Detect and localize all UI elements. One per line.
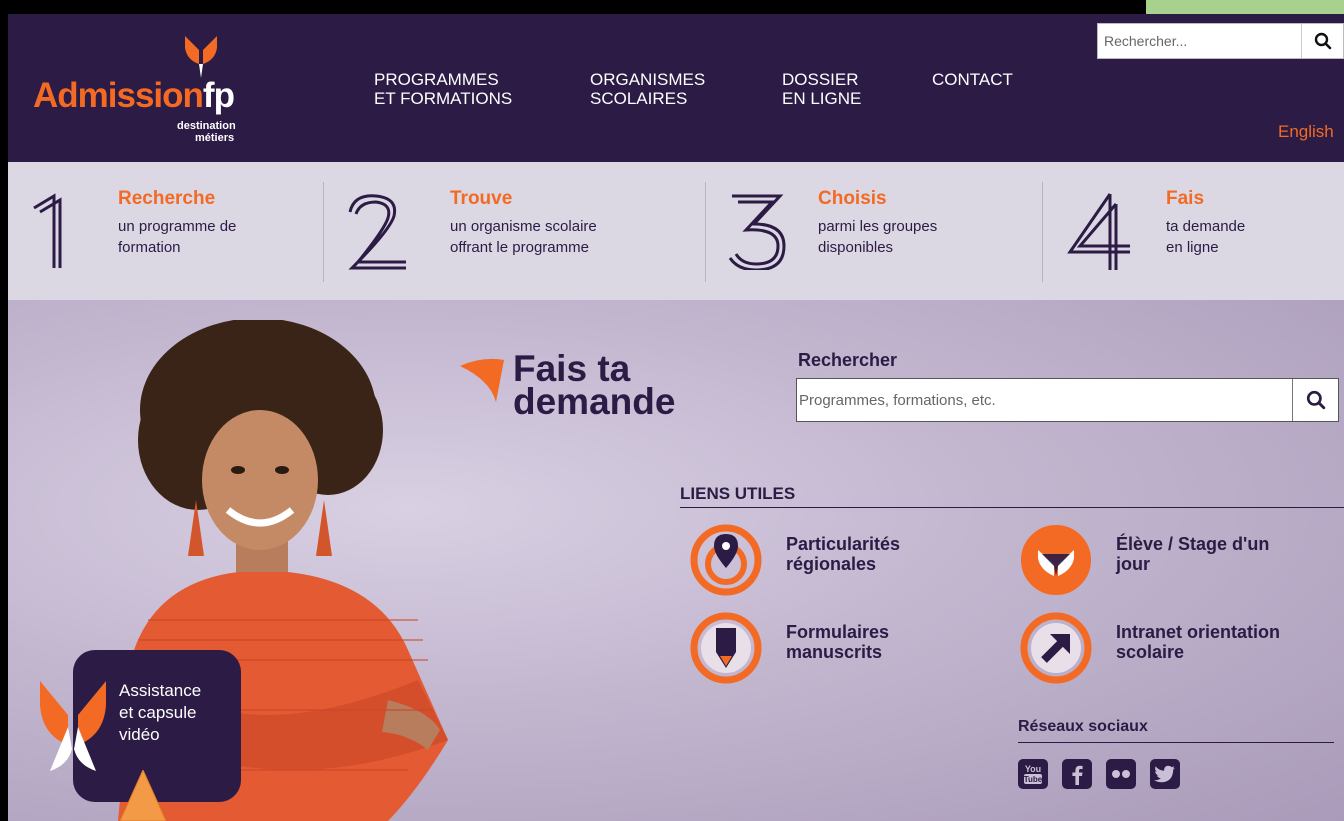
link-eleve-stage[interactable]: Élève / Stage d'un jour <box>1020 524 1340 600</box>
main-search-button[interactable] <box>1292 379 1338 421</box>
main-search-input[interactable] <box>797 379 1287 421</box>
main-search <box>796 378 1339 422</box>
link-label-line1: Intranet orientation <box>1116 622 1281 642</box>
search-icon <box>1314 32 1331 50</box>
svg-text:Tube: Tube <box>1024 775 1043 784</box>
header-search <box>1097 23 1344 59</box>
butterfly-icon <box>1021 525 1091 595</box>
step-desc: ta demande en ligne <box>1166 216 1245 258</box>
link-label-line2: scolaire <box>1116 642 1185 662</box>
step-desc-line2: offrant le programme <box>450 239 589 256</box>
step-desc-line2: en ligne <box>1166 239 1219 256</box>
step-divider <box>323 182 324 282</box>
step-title: Choisis <box>818 188 887 209</box>
facebook-icon[interactable] <box>1062 759 1092 789</box>
step-desc-line2: disponibles <box>818 239 894 256</box>
nav-label-line1: CONTACT <box>932 70 1013 89</box>
step-title: Recherche <box>118 188 216 209</box>
assistance-line1: Assistance <box>119 681 202 700</box>
useful-links-title: LIENS UTILES <box>680 484 796 503</box>
nav-label-line2: EN LIGNE <box>782 89 862 108</box>
nav-contact[interactable]: CONTACT <box>932 70 1013 89</box>
assistance-butterfly-icon <box>40 681 106 771</box>
number-4-icon <box>1067 193 1130 270</box>
link-label-line2: régionales <box>786 554 877 574</box>
nav-label-line2: SCOLAIRES <box>590 89 688 108</box>
step-desc-line1: un programme de <box>118 218 237 235</box>
nav-label-line1: PROGRAMMES <box>374 70 499 89</box>
search-label: Rechercher <box>798 350 898 370</box>
youtube-icon[interactable]: You Tube <box>1018 759 1048 789</box>
step-title: Fais <box>1166 188 1205 209</box>
link-label-line2: jour <box>1116 554 1150 574</box>
number-1-icon <box>33 193 62 268</box>
assistance-label: Assistance et capsule vidéo <box>119 680 201 746</box>
page: Admissionfp destination métiers PROGRAMM… <box>8 14 1344 821</box>
link-label: Élève / Stage d'un jour <box>1116 534 1269 574</box>
hero-section: Fais ta demande Rechercher LIENS UTILES <box>8 300 1344 821</box>
language-link[interactable]: English <box>1278 122 1334 142</box>
step-1[interactable]: Recherche un programme de formation <box>26 180 326 280</box>
link-label: Formulaires manuscrits <box>786 622 889 662</box>
useful-links-divider <box>680 507 1344 508</box>
step-desc: un organisme scolaire offrant le program… <box>450 216 597 258</box>
number-3-icon <box>728 194 786 270</box>
arrow-icon <box>1020 612 1092 684</box>
social-divider <box>1018 742 1334 743</box>
link-label: Intranet orientation scolaire <box>1116 622 1280 662</box>
link-label-line1: Particularités <box>786 534 901 554</box>
svg-text:You: You <box>1025 764 1041 774</box>
butterfly-logo-icon <box>185 36 217 78</box>
step-title: Trouve <box>450 188 513 209</box>
number-2-icon <box>348 194 406 270</box>
steps-band: Recherche un programme de formation Trou… <box>8 162 1344 300</box>
nav-organismes[interactable]: ORGANISMES SCOLAIRES <box>590 70 705 108</box>
logo-word-main: Admission <box>33 76 204 115</box>
step-divider <box>705 182 706 282</box>
step-desc-line2: formation <box>118 239 181 256</box>
flickr-icon[interactable] <box>1106 759 1136 789</box>
cta-title-line2: demande <box>513 381 676 422</box>
link-intranet[interactable]: Intranet orientation scolaire <box>1020 612 1340 688</box>
logo-tagline-2: métiers <box>195 132 235 144</box>
header-search-button[interactable] <box>1301 24 1343 58</box>
step-3[interactable]: Choisis parmi les groupes disponibles <box>726 180 1046 280</box>
logo-wordmark: Admissionfp <box>33 76 235 116</box>
step-2[interactable]: Trouve un organisme scolaire offrant le … <box>344 180 674 280</box>
link-label-line1: Élève / Stage d'un <box>1116 534 1270 554</box>
site-header: Admissionfp destination métiers PROGRAMM… <box>8 14 1344 162</box>
link-label-line2: manuscrits <box>786 642 883 662</box>
step-desc-line1: un organisme scolaire <box>450 218 597 235</box>
logo-word-accent: fp <box>202 76 235 115</box>
cta-title: Fais ta demande <box>513 350 676 422</box>
pencil-icon <box>690 612 762 684</box>
step-desc: un programme de formation <box>118 216 236 258</box>
step-desc-line1: parmi les groupes <box>818 218 938 235</box>
nav-label-line2: ET FORMATIONS <box>374 89 513 108</box>
nav-dossier[interactable]: DOSSIER EN LIGNE <box>782 70 861 108</box>
link-label-line1: Formulaires <box>786 622 890 642</box>
map-pin-icon <box>690 524 762 596</box>
link-label: Particularités régionales <box>786 534 900 574</box>
search-icon <box>1306 390 1325 410</box>
twitter-icon[interactable] <box>1150 759 1180 789</box>
assistance-line3: vidéo <box>119 725 160 744</box>
assistance-line2: et capsule <box>119 703 197 722</box>
social-title: Réseaux sociaux <box>1018 718 1148 735</box>
arrow-pointer-icon <box>120 770 166 821</box>
step-divider <box>1042 182 1043 282</box>
step-4[interactable]: Fais ta demande en ligne <box>1066 180 1336 280</box>
nav-label-line1: ORGANISMES <box>590 70 706 89</box>
flag-icon <box>460 358 504 402</box>
link-formulaires[interactable]: Formulaires manuscrits <box>690 612 990 688</box>
step-desc-line1: ta demande <box>1166 218 1246 235</box>
step-desc: parmi les groupes disponibles <box>818 216 937 258</box>
header-search-input[interactable] <box>1098 24 1298 58</box>
link-particularites[interactable]: Particularités régionales <box>690 524 990 600</box>
window-corner-tab <box>1146 0 1344 14</box>
nav-label-line1: DOSSIER <box>782 70 859 89</box>
site-logo[interactable]: Admissionfp destination métiers <box>33 34 263 144</box>
logo-tagline-1: destination <box>177 120 236 132</box>
nav-programmes[interactable]: PROGRAMMES ET FORMATIONS <box>374 70 512 108</box>
